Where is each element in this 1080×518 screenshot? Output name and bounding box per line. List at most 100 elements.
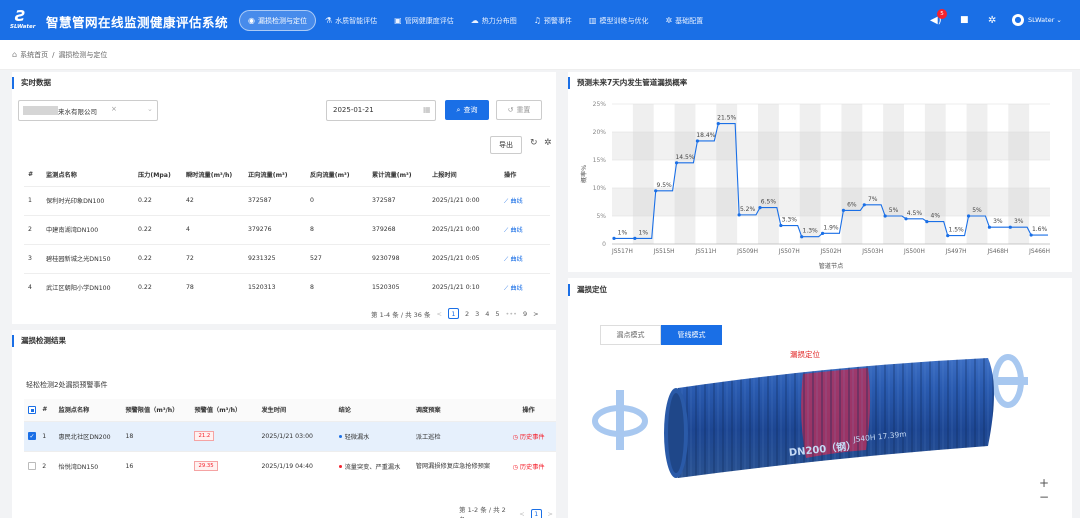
leak-location-panel: 漏损定位 漏点模式 管线模式 漏损定位 DN200（钢） JS40H 17.39… — [568, 278, 1072, 518]
pager-next[interactable]: > — [533, 310, 538, 318]
leak-location-title: 漏损定位 — [568, 284, 607, 296]
data-label: 1.5% — [949, 227, 965, 234]
query-button[interactable]: ⌕ 查询 — [445, 100, 489, 120]
clear-icon[interactable]: × — [111, 105, 117, 113]
pager-ellipsis[interactable]: ••• — [506, 310, 518, 318]
pipeline-mode-tab[interactable]: 管线模式 — [661, 325, 722, 345]
leak-result-panel: 漏损检测结果 轻松检测2处漏损预警事件 # 监测点名称 预警限值（m³/h） 预… — [12, 330, 556, 518]
zoom-out-button[interactable]: − — [1039, 491, 1049, 503]
user-menu[interactable]: ● SLWater ⌄ — [1012, 0, 1062, 40]
lock-button[interactable]: ■ — [960, 0, 969, 40]
point-mode-tab[interactable]: 漏点模式 — [600, 325, 661, 345]
data-label: 4.5% — [907, 210, 923, 217]
data-point — [716, 122, 720, 126]
data-point — [800, 235, 804, 239]
row-checkbox[interactable] — [28, 462, 36, 471]
bell-icon: ♫ — [533, 16, 541, 25]
data-label: 1% — [618, 229, 628, 236]
nav-water-quality[interactable]: ⚗ 水质智能评估 — [317, 10, 385, 31]
reset-button[interactable]: ↺ 重置 — [496, 100, 542, 120]
nav-pipe-health[interactable]: ▣ 管网健康度评估 — [386, 10, 462, 31]
leak-pagination: 第 1-2 条 / 共 2 条 < 1 > — [459, 506, 553, 518]
x-tick-label: JS500H — [903, 249, 925, 255]
export-button[interactable]: 导出 — [490, 136, 522, 154]
curve-link[interactable]: ⟋ 曲线 — [500, 243, 550, 273]
status-dot — [338, 435, 342, 438]
data-label: 6.5% — [761, 199, 777, 206]
y-tick-label: 0 — [602, 241, 606, 248]
pager-page[interactable]: 1 — [530, 508, 542, 518]
data-point — [841, 208, 846, 212]
pager-prev[interactable]: < — [436, 310, 441, 318]
realtime-title: 实时数据 — [12, 77, 51, 89]
x-tick-label: JS497H — [945, 249, 967, 255]
app-title: 智慧管网在线监测健康评估系统 — [46, 15, 229, 30]
data-label: 5% — [972, 207, 982, 214]
chart-band — [674, 104, 696, 244]
pager-page[interactable]: 3 — [475, 310, 479, 318]
chevron-down-icon: ⌄ — [1056, 16, 1062, 24]
x-tick-label: JS468H — [986, 249, 1008, 255]
rotate-horizontal-icon[interactable] — [592, 390, 648, 450]
status-dot — [338, 465, 342, 469]
realtime-table: # 监测点名称 压力(Mpa) 瞬时流量(m³/h) 正向流量(m³) 反向流量… — [24, 164, 550, 302]
calendar-icon: ▦ — [423, 105, 431, 114]
table-row[interactable]: ✓ 1 惠民北社区DN200 18 21.2 2025/1/21 03:00 轻… — [24, 420, 556, 451]
probability-panel: 预测未来7天内发生管道漏损概率 0 5% 10% 15% 20% 25% JS517H JS5… — [568, 72, 1072, 272]
select-all-checkbox[interactable] — [28, 405, 36, 414]
x-tick-label: JS517H — [611, 249, 633, 255]
pager-page[interactable]: 4 — [485, 310, 489, 318]
pager-prev[interactable]: < — [519, 510, 524, 518]
notification-button[interactable]: ◀) — [930, 0, 942, 40]
nav-base-config[interactable]: ✲ 基础配置 — [657, 10, 711, 31]
curve-link[interactable]: ⟋ 曲线 — [500, 272, 550, 302]
pager-page[interactable]: 1 — [447, 308, 459, 319]
data-label: 5% — [889, 207, 899, 214]
pipe-segment — [664, 358, 994, 478]
data-label: 14.5% — [675, 154, 694, 161]
data-point — [1008, 225, 1012, 229]
table-row: 3 碧桂园新城之光DN150 0.22 72 9231325 527 9230798 2025… — [24, 243, 550, 273]
settings-icon[interactable]: ✲ — [544, 138, 552, 148]
pager-next[interactable]: > — [548, 510, 553, 518]
data-label: 1% — [639, 229, 649, 236]
breadcrumb-current: 漏损检测与定位 — [58, 50, 108, 59]
date-picker[interactable]: 2025-01-21 ▦ — [326, 100, 436, 121]
data-label: 3.3% — [782, 217, 798, 224]
data-label: 5.2% — [740, 206, 756, 213]
data-point — [779, 223, 783, 228]
leak-position-label: 漏损定位 — [790, 350, 820, 359]
history-event-link[interactable]: ◷ 历史事件 — [497, 420, 556, 451]
breadcrumb-home[interactable]: 系统首页 — [20, 50, 48, 60]
curve-link[interactable]: ⟋ 曲线 — [500, 214, 550, 244]
pipe-3d-view[interactable] — [568, 346, 1072, 516]
company-select[interactable]: 来水有限公司 × ⌄ — [18, 100, 158, 121]
data-label: 1.6% — [1032, 226, 1048, 233]
chart-band — [758, 104, 779, 244]
curve-link[interactable]: ⟋ 曲线 — [500, 185, 550, 215]
refresh-icon[interactable]: ↻ — [530, 138, 538, 148]
reset-icon: ↺ — [507, 106, 514, 114]
nav-model-training[interactable]: ▥ 模型训练与优化 — [581, 10, 657, 31]
x-tick-label: JS466H — [1028, 249, 1050, 255]
pager-page[interactable]: 2 — [465, 310, 469, 318]
data-point — [904, 217, 908, 221]
settings-button[interactable]: ✲ — [988, 0, 996, 40]
realtime-panel: 实时数据 来水有限公司 × ⌄ 2025-01-21 ▦ ⌕ 查询 ↺ 重置 导出 … — [12, 72, 556, 324]
rotate-vertical-icon[interactable] — [988, 354, 1028, 408]
data-point — [612, 236, 616, 240]
x-tick-label: JS515H — [653, 249, 675, 255]
pager-page[interactable]: 9 — [523, 310, 527, 318]
row-checkbox[interactable]: ✓ — [28, 432, 36, 440]
history-event-link[interactable]: ◷ 历史事件 — [497, 450, 556, 481]
table-row[interactable]: 2 怡悦湾DN150 16 29.35 2025/1/19 04:40 流量突变… — [24, 450, 556, 481]
top-navigation-bar: Ƨ SLWater 智慧管网在线监测健康评估系统 ◉ 漏损检测与定位 ⚗ 水质智能评… — [0, 0, 1080, 40]
nav-leak-detection[interactable]: ◉ 漏损检测与定位 — [239, 10, 316, 31]
nav-alerts[interactable]: ♫ 预警事件 — [526, 10, 580, 31]
lock-icon: ■ — [960, 15, 969, 25]
pager-page[interactable]: 5 — [495, 310, 499, 318]
nav-heatmap[interactable]: ☁ 热力分布图 — [463, 10, 525, 31]
avatar: ● — [1012, 14, 1024, 26]
zoom-in-button[interactable]: + — [1039, 477, 1049, 489]
x-tick-label: JS503H — [861, 249, 883, 255]
